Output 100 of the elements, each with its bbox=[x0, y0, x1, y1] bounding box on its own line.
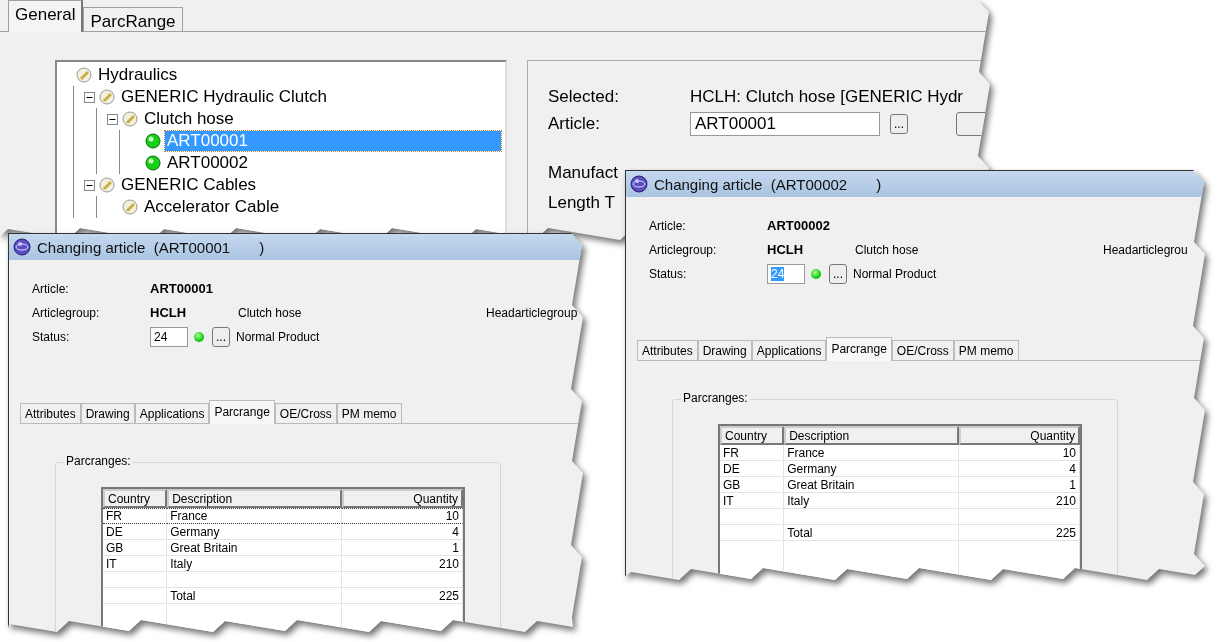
table-row[interactable]: GB Great Britain 1 bbox=[103, 540, 463, 556]
ball-icon bbox=[99, 177, 115, 193]
table-cell: IT bbox=[723, 494, 734, 508]
status-light-icon bbox=[194, 332, 204, 342]
field-label: Articlegroup: bbox=[649, 242, 718, 259]
window-title: Changing article (ART00001 ) bbox=[37, 238, 265, 256]
tab[interactable]: OE/Cross bbox=[274, 403, 337, 423]
status-field[interactable]: 24 bbox=[150, 327, 188, 347]
tree-item[interactable]: Clutch hose bbox=[142, 109, 236, 129]
field-label: Article: bbox=[649, 218, 687, 235]
status-text: Normal Product bbox=[853, 267, 937, 281]
table-row[interactable]: GB Great Britain 1 bbox=[720, 477, 1080, 493]
status-light-icon bbox=[145, 155, 161, 171]
collapse-icon[interactable] bbox=[84, 179, 95, 191]
table-row[interactable]: DE Germany 4 bbox=[720, 461, 1080, 477]
tab[interactable]: Parcrange bbox=[209, 400, 275, 424]
field-label: Article: bbox=[32, 281, 70, 298]
table-cell: FR bbox=[723, 446, 739, 460]
field-label: Status: bbox=[32, 329, 71, 346]
table-row[interactable]: FR France 10 bbox=[720, 445, 1080, 461]
table-cell: Total bbox=[170, 589, 196, 603]
browse-button[interactable]: ... bbox=[829, 264, 847, 284]
table-row[interactable]: Total 225 bbox=[103, 588, 463, 604]
status-light-icon bbox=[145, 133, 161, 149]
table-cell: 225 bbox=[1055, 526, 1076, 540]
status-text: Normal Product bbox=[236, 330, 320, 344]
tab[interactable]: Applications bbox=[751, 340, 827, 360]
column-header[interactable]: Country bbox=[103, 489, 168, 508]
tab[interactable]: Drawing bbox=[80, 403, 135, 423]
tab[interactable]: ParcRange bbox=[83, 7, 183, 31]
tree-item[interactable]: ART00002 bbox=[165, 153, 250, 173]
tab[interactable]: PM memo bbox=[953, 340, 1019, 360]
table-cell: DE bbox=[106, 525, 123, 539]
browse-button[interactable]: ... bbox=[890, 113, 908, 134]
selected-value: HCLH: Clutch hose [GENERIC Hydr bbox=[690, 86, 965, 107]
table-row[interactable]: IT Italy 210 bbox=[103, 556, 463, 572]
tree-item[interactable]: Hydraulics bbox=[96, 65, 180, 85]
table-row[interactable]: IT Italy 210 bbox=[720, 493, 1080, 509]
column-header[interactable]: Description bbox=[167, 489, 343, 508]
table-cell: 210 bbox=[438, 557, 459, 571]
field-label: Length T bbox=[548, 192, 616, 213]
tab[interactable]: OE/Cross bbox=[891, 340, 954, 360]
tree-item[interactable]: Accelerator Cable bbox=[142, 197, 282, 217]
article-field[interactable]: ART00001 bbox=[690, 111, 880, 136]
table-row[interactable]: FR France 10 bbox=[103, 508, 463, 524]
table-cell: GB bbox=[106, 541, 124, 555]
table-cell: DE bbox=[723, 462, 740, 476]
article-value: ART00001 bbox=[150, 280, 214, 298]
browse-button[interactable]: ... bbox=[212, 327, 230, 347]
collapse-icon[interactable] bbox=[84, 91, 95, 103]
field-label: Manufact bbox=[548, 163, 619, 183]
table-cell: 10 bbox=[445, 509, 459, 523]
column-header[interactable]: Country bbox=[720, 426, 785, 445]
table-row[interactable]: Total 225 bbox=[720, 525, 1080, 541]
table-row[interactable]: DE Germany 4 bbox=[103, 524, 463, 540]
group-title: Parcranges: bbox=[681, 391, 750, 405]
status-value: 24 bbox=[154, 330, 168, 344]
tab[interactable]: PM memo bbox=[336, 403, 402, 423]
tab[interactable]: Attributes bbox=[637, 340, 698, 360]
tab[interactable]: Attributes bbox=[20, 403, 81, 423]
table-cell: 10 bbox=[1062, 446, 1076, 460]
tree-item[interactable]: GENERIC Cables bbox=[119, 175, 259, 195]
tab[interactable]: General bbox=[8, 0, 84, 32]
field-label: Article: bbox=[548, 113, 601, 134]
ball-icon bbox=[99, 89, 115, 105]
ball-icon bbox=[122, 111, 138, 127]
table-cell: 1 bbox=[452, 541, 459, 555]
column-header[interactable]: Description bbox=[784, 426, 960, 445]
ball-icon bbox=[76, 67, 92, 83]
window-title: Changing article (ART00002 ) bbox=[654, 175, 882, 193]
table-cell: 4 bbox=[1069, 462, 1076, 476]
group-title: Parcranges: bbox=[64, 454, 133, 468]
tab[interactable]: Drawing bbox=[697, 340, 752, 360]
group-code: HCLH bbox=[150, 304, 188, 322]
table-cell: 210 bbox=[1055, 494, 1076, 508]
tree-item[interactable]: GENERIC Hydraulic Clutch bbox=[119, 87, 329, 107]
table-cell: France bbox=[787, 446, 825, 460]
table-cell: Great Britain bbox=[787, 478, 855, 492]
ball-icon bbox=[122, 199, 138, 215]
table-cell: Great Britain bbox=[170, 541, 238, 555]
status-light-icon bbox=[811, 269, 821, 279]
group-name: Clutch hose bbox=[855, 242, 920, 259]
tab[interactable]: Parcrange bbox=[826, 337, 892, 361]
table-cell: Germany bbox=[170, 525, 220, 539]
table-cell: GB bbox=[723, 478, 741, 492]
table-cell: FR bbox=[106, 509, 122, 523]
field-label: Selected: bbox=[548, 86, 620, 107]
table-cell: IT bbox=[106, 557, 117, 571]
table-cell: 4 bbox=[452, 525, 459, 539]
collapse-icon[interactable] bbox=[107, 113, 118, 125]
table-cell: 1 bbox=[1069, 478, 1076, 492]
column-header[interactable]: Quantity bbox=[342, 489, 463, 508]
field-label: Headarticlegrou bbox=[1103, 242, 1189, 259]
tab[interactable]: Applications bbox=[134, 403, 210, 423]
field-label: Status: bbox=[649, 266, 688, 283]
table-cell: Italy bbox=[787, 494, 810, 508]
app-icon bbox=[630, 175, 648, 193]
field-label: Headarticlegroup bbox=[486, 305, 579, 322]
column-header[interactable]: Quantity bbox=[959, 426, 1080, 445]
table-cell: 225 bbox=[438, 589, 459, 603]
